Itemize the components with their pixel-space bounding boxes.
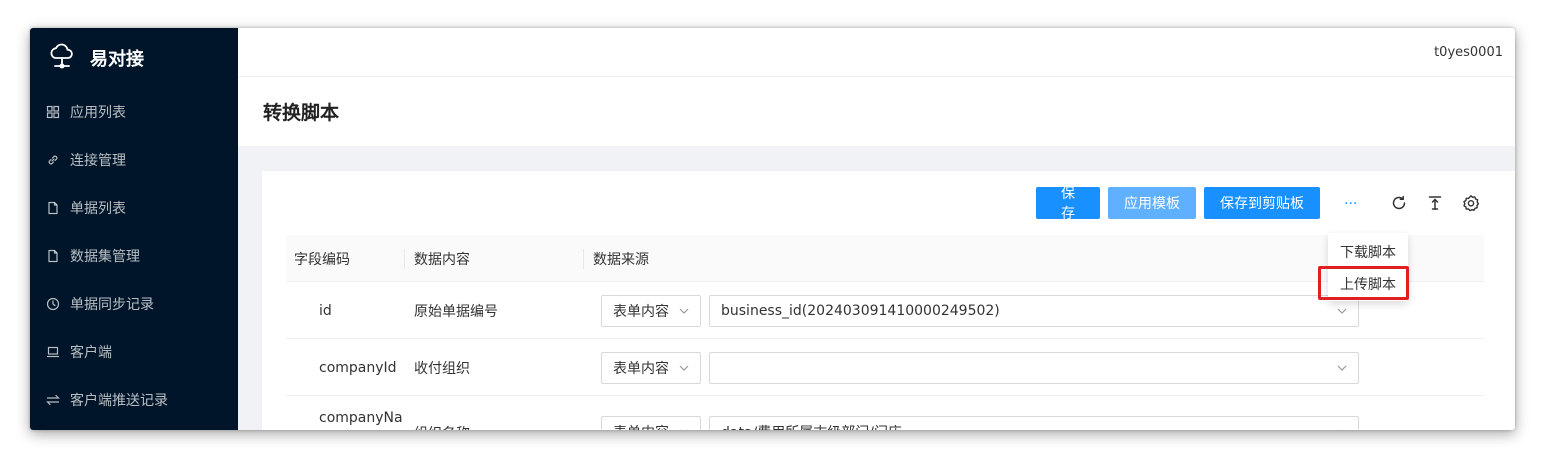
sidebar-item-documents[interactable]: 单据列表 <box>30 184 238 232</box>
table-row: id 原始单据编号 表单内容 business_id(2024030914100… <box>286 282 1484 339</box>
page-header: 转换脚本 <box>238 76 1515 146</box>
select-value: business_id(202403091410000249502) <box>721 303 1000 319</box>
setting-icon[interactable] <box>1462 194 1480 212</box>
sidebar-item-label: 单据同步记录 <box>70 297 154 313</box>
chevron-down-icon <box>1336 426 1348 430</box>
sidebar: 易对接 应用列表 连接管理 单据列表 数据集管理 单据同步记录 客户端 客户端推… <box>30 28 238 430</box>
sidebar-item-label: 单据列表 <box>70 201 126 217</box>
app-name: 易对接 <box>90 49 144 70</box>
chevron-down-icon <box>1336 362 1348 374</box>
menu-item-download-script[interactable]: 下载脚本 <box>1328 236 1408 268</box>
chevron-down-icon <box>678 426 690 430</box>
column-header-field-code: 字段编码 <box>294 251 350 268</box>
data-source-select[interactable]: 表单内容 <box>601 352 701 384</box>
reload-icon[interactable] <box>1390 194 1408 212</box>
more-dropdown-menu: 下载脚本 上传脚本 <box>1328 233 1408 301</box>
clock-icon <box>46 297 60 311</box>
table-row: companyId 收付组织 表单内容 <box>286 339 1484 396</box>
menu-item-upload-script[interactable]: 上传脚本 <box>1328 268 1408 300</box>
table-row: companyNa 组织名称 表单内容 data/费用所属末级部门/门店 <box>286 396 1484 430</box>
value-select[interactable] <box>709 352 1359 384</box>
swap-icon <box>46 393 60 407</box>
table-header: 字段编码 数据内容 数据来源 <box>286 235 1484 282</box>
field-code-cell: companyNa <box>319 410 403 426</box>
select-value: 表单内容 <box>613 304 669 320</box>
toolbar: 保 存 应用模板 保存到剪贴板 ... <box>262 186 1515 222</box>
chevron-down-icon <box>678 362 690 374</box>
field-code-cell: companyId <box>319 359 397 376</box>
chevron-down-icon <box>1336 305 1348 317</box>
file-icon <box>46 249 60 263</box>
chevron-down-icon <box>678 305 690 317</box>
more-button[interactable]: ... <box>1344 192 1357 208</box>
data-content-cell: 组织名称 <box>414 396 470 431</box>
sidebar-item-sync-records[interactable]: 单据同步记录 <box>30 280 238 328</box>
file-icon <box>46 201 60 215</box>
data-content-cell: 收付组织 <box>414 360 470 377</box>
sidebar-item-client[interactable]: 客户端 <box>30 328 238 376</box>
select-value: 表单内容 <box>613 361 669 377</box>
save-button[interactable]: 保 存 <box>1036 186 1100 222</box>
link-icon <box>46 153 60 167</box>
page-title: 转换脚本 <box>263 102 340 124</box>
grid-icon <box>46 105 60 119</box>
field-code-cell: id <box>319 302 332 319</box>
save-to-clipboard-button[interactable]: 保存到剪贴板 <box>1204 187 1320 219</box>
sidebar-item-label: 应用列表 <box>70 105 126 121</box>
content-card: 保 存 应用模板 保存到剪贴板 ... 字段编码 数据内容 数据来源 id 原始… <box>262 171 1515 430</box>
data-source-select[interactable]: 表单内容 <box>601 295 701 327</box>
cloud-icon <box>48 42 76 74</box>
user-name[interactable]: t0yes0001 <box>1434 45 1503 60</box>
column-header-data-source: 数据来源 <box>593 251 649 268</box>
sidebar-item-app-list[interactable]: 应用列表 <box>30 88 238 136</box>
laptop-icon <box>46 345 60 359</box>
value-select[interactable]: data/费用所属末级部门/门店 <box>709 416 1359 430</box>
sidebar-item-datasets[interactable]: 数据集管理 <box>30 232 238 280</box>
sidebar-item-label: 客户端推送记录 <box>70 393 168 409</box>
sidebar-item-label: 客户端 <box>70 345 112 361</box>
select-value: data/费用所属末级部门/门店 <box>721 422 902 430</box>
column-divider <box>583 249 584 269</box>
value-select[interactable]: business_id(202403091410000249502) <box>709 295 1359 327</box>
top-bar: t0yes0001 <box>238 28 1515 76</box>
sidebar-item-label: 连接管理 <box>70 153 126 169</box>
app-window: 易对接 应用列表 连接管理 单据列表 数据集管理 单据同步记录 客户端 客户端推… <box>30 28 1515 430</box>
vertical-align-top-icon[interactable] <box>1426 194 1444 212</box>
sidebar-item-connections[interactable]: 连接管理 <box>30 136 238 184</box>
sidebar-item-label: 数据集管理 <box>70 249 140 265</box>
select-value: 表单内容 <box>613 422 669 430</box>
data-content-cell: 原始单据编号 <box>414 303 498 320</box>
sidebar-item-push-records[interactable]: 客户端推送记录 <box>30 376 238 424</box>
logo[interactable]: 易对接 <box>30 28 238 88</box>
apply-template-button[interactable]: 应用模板 <box>1108 187 1196 219</box>
data-source-select[interactable]: 表单内容 <box>601 416 701 430</box>
column-header-data-content: 数据内容 <box>414 251 470 268</box>
column-divider <box>404 249 405 269</box>
